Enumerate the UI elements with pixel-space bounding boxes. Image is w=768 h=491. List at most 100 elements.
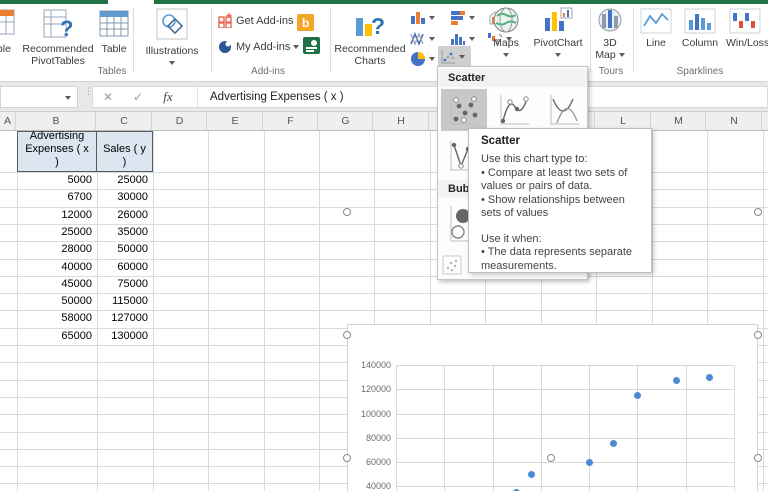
cell-c10[interactable]: 127000 <box>97 310 153 327</box>
people-graph-addin-button[interactable] <box>303 37 320 57</box>
cancel-icon[interactable]: ✕ <box>93 90 123 104</box>
more-scatter-charts-item[interactable] <box>442 255 462 278</box>
selection-handle[interactable] <box>754 208 762 216</box>
insert-histogram-chart-button[interactable] <box>448 30 477 47</box>
insert-bar-chart-button[interactable] <box>448 9 477 26</box>
column-header-G[interactable]: G <box>319 112 373 130</box>
selection-handle[interactable] <box>343 208 351 216</box>
dropdown-arrow-icon <box>469 36 475 41</box>
worksheet[interactable]: ABCDEFGHIJKLMN Advertising Expenses ( x … <box>0 112 768 491</box>
dropdown-arrow-icon <box>429 57 435 61</box>
illustrations-dropdown-arrow-icon <box>169 61 175 66</box>
menu-item-scatter-smooth[interactable] <box>541 89 586 131</box>
illustrations-button[interactable]: Illustrations <box>142 8 202 69</box>
pivotchart-label: PivotChart <box>533 37 583 49</box>
maps-globe-icon <box>493 7 519 33</box>
sparkline-column-button[interactable]: Column <box>678 8 722 49</box>
selection-handle[interactable] <box>343 331 351 339</box>
column-header-B[interactable]: B <box>17 112 96 130</box>
scatter-thumbnail-icon <box>450 95 479 125</box>
column-header-E[interactable]: E <box>208 112 263 130</box>
selection-handle[interactable] <box>547 454 555 462</box>
data-point <box>609 440 617 448</box>
header-cell-c1[interactable]: Sales ( y ) <box>96 131 153 172</box>
3d-map-label-line2: Map <box>595 49 616 61</box>
3d-map-button[interactable]: 3D Map <box>588 6 632 61</box>
enter-icon[interactable]: ✓ <box>123 90 153 104</box>
formula-bar-strip: ✕ ✓ fx Advertising Expenses ( x ) <box>92 86 768 108</box>
recommended-pivottables-button[interactable]: ? Recommended PivotTables <box>18 8 98 67</box>
pivotchart-button[interactable]: PivotChart <box>528 6 588 61</box>
cell-b8[interactable]: 45000 <box>17 276 97 293</box>
cell-b2[interactable]: 5000 <box>17 172 97 189</box>
insert-scatter-chart-button[interactable] <box>438 46 471 68</box>
cell-b10[interactable]: 58000 <box>17 310 97 327</box>
addins-group-label: Add-ins <box>251 66 285 77</box>
cell-b9[interactable]: 50000 <box>17 293 97 310</box>
cell-c7[interactable]: 60000 <box>97 259 153 276</box>
my-addins-icon <box>219 41 231 53</box>
pivottable-button-partial[interactable]: able <box>0 8 16 55</box>
name-box[interactable] <box>0 86 78 108</box>
insert-line-chart-button[interactable] <box>408 30 437 47</box>
scatter-smooth-markers-icon <box>500 95 529 125</box>
group-separator <box>330 8 331 72</box>
formula-input[interactable]: Advertising Expenses ( x ) <box>198 91 344 103</box>
cell-c11[interactable]: 130000 <box>97 328 153 345</box>
table-icon <box>99 10 129 37</box>
recommended-charts-button[interactable]: ? Recommended Charts <box>334 8 406 67</box>
recommended-pivottables-label: Recommended PivotTables <box>22 43 94 67</box>
pie-chart-icon <box>411 52 425 66</box>
menu-item-scatter[interactable] <box>441 89 487 131</box>
insert-column-chart-button[interactable] <box>408 9 437 26</box>
column-header-H[interactable]: H <box>374 112 429 130</box>
column-header-C[interactable]: C <box>97 112 152 130</box>
selection-handle[interactable] <box>754 454 762 462</box>
sparkline-line-button[interactable]: Line <box>637 8 675 49</box>
cell-c3[interactable]: 30000 <box>97 189 153 206</box>
cell-b3[interactable]: 6700 <box>17 189 97 206</box>
column-header-A[interactable]: A <box>0 112 16 130</box>
my-addins-button[interactable]: My Add-ins <box>216 38 301 55</box>
insert-function-icon[interactable]: fx <box>153 89 183 105</box>
cell-c6[interactable]: 50000 <box>97 241 153 258</box>
column-header-N[interactable]: N <box>707 112 762 130</box>
column-header-D[interactable]: D <box>153 112 207 130</box>
dropdown-arrow-icon <box>429 36 435 41</box>
cell-c8[interactable]: 75000 <box>97 276 153 293</box>
column-header-F[interactable]: F <box>264 112 318 130</box>
maps-label: Maps <box>493 37 519 49</box>
cell-b5[interactable]: 25000 <box>17 224 97 241</box>
cell-c9[interactable]: 115000 <box>97 293 153 310</box>
column-header-M[interactable]: M <box>652 112 706 130</box>
ribbon: able ? Recommended PivotTables Table Tab… <box>0 4 768 82</box>
bing-icon: b <box>297 14 314 31</box>
group-separator <box>633 8 634 72</box>
selection-handle[interactable] <box>754 331 762 339</box>
tooltip-body: Use this chart type to: • Compare at leas… <box>481 153 633 272</box>
cell-c4[interactable]: 26000 <box>97 207 153 224</box>
sparkline-winloss-button[interactable]: Win/Loss <box>726 8 768 49</box>
cell-c5[interactable]: 35000 <box>97 224 153 241</box>
cell-b7[interactable]: 40000 <box>17 259 97 276</box>
name-box-dropdown-arrow-icon[interactable] <box>65 96 71 100</box>
sparkline-line-icon <box>640 8 672 34</box>
bing-addin-button[interactable]: b <box>297 14 314 34</box>
scatter-chart[interactable]: 020000400006000080000100000120000140000 … <box>347 324 758 491</box>
cell-b6[interactable]: 28000 <box>17 241 97 258</box>
recommended-pivottables-icon: ? <box>43 9 73 41</box>
cell-b4[interactable]: 12000 <box>17 207 97 224</box>
cell-c2[interactable]: 25000 <box>97 172 153 189</box>
dropdown-arrow-icon <box>429 15 435 20</box>
menu-item-scatter-smooth-markers[interactable] <box>491 89 537 131</box>
header-cell-b1[interactable]: Advertising Expenses ( x ) <box>17 130 97 172</box>
more-scatter-charts-icon <box>442 255 462 275</box>
pivottable-icon <box>0 9 15 35</box>
cell-b11[interactable]: 65000 <box>17 328 97 345</box>
svg-text:?: ? <box>371 13 385 39</box>
maps-button[interactable]: Maps <box>485 6 527 61</box>
selection-handle[interactable] <box>343 454 351 462</box>
table-button[interactable]: Table <box>94 8 134 55</box>
insert-pie-chart-button[interactable] <box>408 50 437 68</box>
get-addins-button[interactable]: Get Add-ins <box>216 12 295 29</box>
